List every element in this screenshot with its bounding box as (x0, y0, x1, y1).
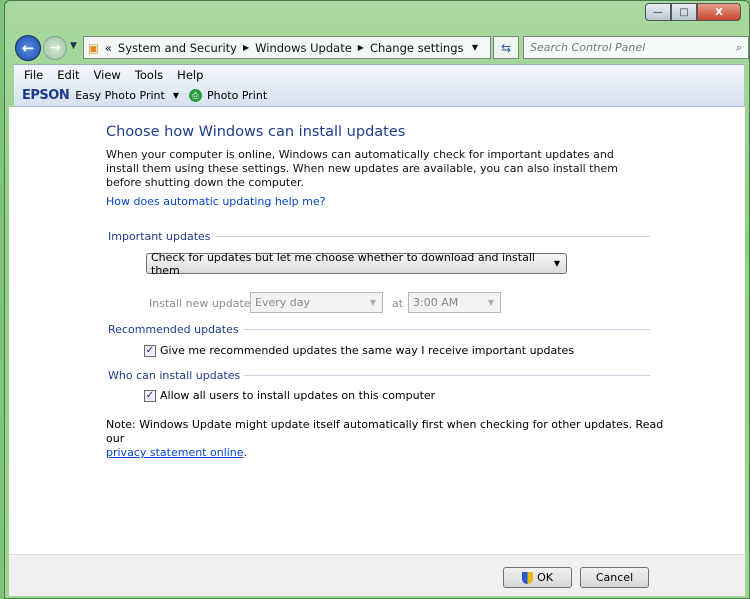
uac-shield-icon (522, 571, 534, 584)
page-title: Choose how Windows can install updates (106, 124, 406, 140)
help-link[interactable]: How does automatic updating help me? (106, 195, 325, 208)
epson-toolbar: EPSON Easy Photo Print ▼ ⎙ Photo Print (14, 85, 744, 107)
minimize-button[interactable]: — (645, 3, 671, 21)
recommended-updates-checkbox[interactable]: ✓ Give me recommended updates the same wa… (144, 344, 574, 357)
easy-photo-print-button[interactable]: Easy Photo Print (75, 89, 165, 102)
printer-icon: ⎙ (188, 89, 202, 102)
note-text: Note: Windows Update might update itself… (106, 418, 666, 460)
cancel-button[interactable]: Cancel (580, 567, 649, 588)
easy-photo-print-dropdown-icon[interactable]: ▼ (173, 91, 179, 100)
intro-text: When your computer is online, Windows ca… (106, 148, 618, 189)
menu-tools[interactable]: Tools (135, 68, 163, 82)
checkbox-checked-icon[interactable]: ✓ (144, 344, 156, 357)
forward-button[interactable]: → (43, 36, 67, 60)
install-new-updates-label: Install new updates: (149, 297, 261, 310)
epson-logo: EPSON (22, 88, 70, 103)
note-body: Note: Windows Update might update itself… (106, 418, 664, 445)
checkbox-label: Allow all users to install updates on th… (160, 389, 436, 402)
address-dropdown-icon[interactable]: ▼ (472, 43, 478, 52)
allow-all-users-checkbox[interactable]: ✓ Allow all users to install updates on t… (144, 389, 435, 402)
photo-print-button[interactable]: Photo Print (207, 89, 267, 102)
menu-help[interactable]: Help (177, 68, 203, 82)
breadcrumb-change-settings[interactable]: Change settings (370, 41, 464, 55)
section-heading: Important updates (108, 230, 211, 243)
checkbox-label: Give me recommended updates the same way… (160, 344, 575, 357)
ok-label: OK (537, 571, 553, 584)
search-icon[interactable]: ⌕ (736, 41, 742, 55)
dropdown-arrow-icon: ▼ (487, 298, 494, 307)
breadcrumb-windows-update[interactable]: Windows Update (255, 41, 352, 55)
forward-arrow-icon: → (49, 40, 61, 56)
caption-buttons: — □ X (645, 3, 741, 21)
settings-content: Choose how Windows can install updates W… (9, 107, 745, 554)
menu-edit[interactable]: Edit (57, 68, 79, 82)
navigation-bar: ← → ▼ ▣ « System and Security ▶ Windows U… (13, 35, 749, 61)
day-value: Every day (255, 296, 310, 309)
breadcrumb-system-security[interactable]: System and Security (118, 41, 237, 55)
refresh-button[interactable]: ⇆ (493, 36, 519, 59)
install-day-select[interactable]: Every day ▼ (250, 292, 383, 313)
chevron-right-icon[interactable]: ▶ (243, 43, 249, 52)
menu-view[interactable]: View (94, 68, 121, 82)
checkbox-checked-icon[interactable]: ✓ (144, 389, 156, 402)
section-heading: Who can install updates (108, 369, 241, 382)
back-button[interactable]: ← (15, 35, 41, 61)
privacy-statement-link[interactable]: privacy statement online (106, 446, 244, 459)
time-value: 3:00 AM (413, 296, 459, 309)
menu-file[interactable]: File (24, 68, 43, 82)
recommended-updates-section: Recommended updates (108, 323, 650, 336)
section-heading: Recommended updates (108, 323, 239, 336)
dropdown-arrow-icon: ▼ (553, 259, 560, 268)
control-panel-icon: ▣ (88, 40, 99, 55)
chevron-right-icon[interactable]: ▶ (358, 43, 364, 52)
button-bar: OK Cancel (9, 554, 745, 596)
install-time-select[interactable]: 3:00 AM ▼ (408, 292, 501, 313)
at-label: at (392, 297, 404, 310)
ok-button[interactable]: OK (503, 567, 572, 588)
refresh-icon: ⇆ (500, 40, 512, 55)
recent-pages-dropdown[interactable]: ▼ (70, 41, 77, 51)
close-button[interactable]: X (697, 3, 741, 21)
maximize-button[interactable]: □ (671, 3, 697, 21)
note-end: . (243, 446, 248, 459)
important-updates-section: Important updates (108, 230, 650, 243)
who-can-install-section: Who can install updates (108, 369, 650, 382)
search-placeholder: Search Control Panel (530, 41, 646, 54)
important-updates-select[interactable]: Check for updates but let me choose whet… (146, 250, 567, 277)
menu-bar: File Edit View Tools Help (14, 64, 744, 85)
search-input[interactable]: Search Control Panel ⌕ (523, 36, 749, 59)
back-arrow-icon: ← (21, 39, 35, 57)
dropdown-arrow-icon: ▼ (369, 298, 376, 307)
address-bar[interactable]: ▣ « System and Security ▶ Windows Update ▶… (83, 36, 491, 59)
selected-option: Check for updates but let me choose whet… (151, 250, 535, 277)
breadcrumb-overflow[interactable]: « (105, 41, 112, 55)
